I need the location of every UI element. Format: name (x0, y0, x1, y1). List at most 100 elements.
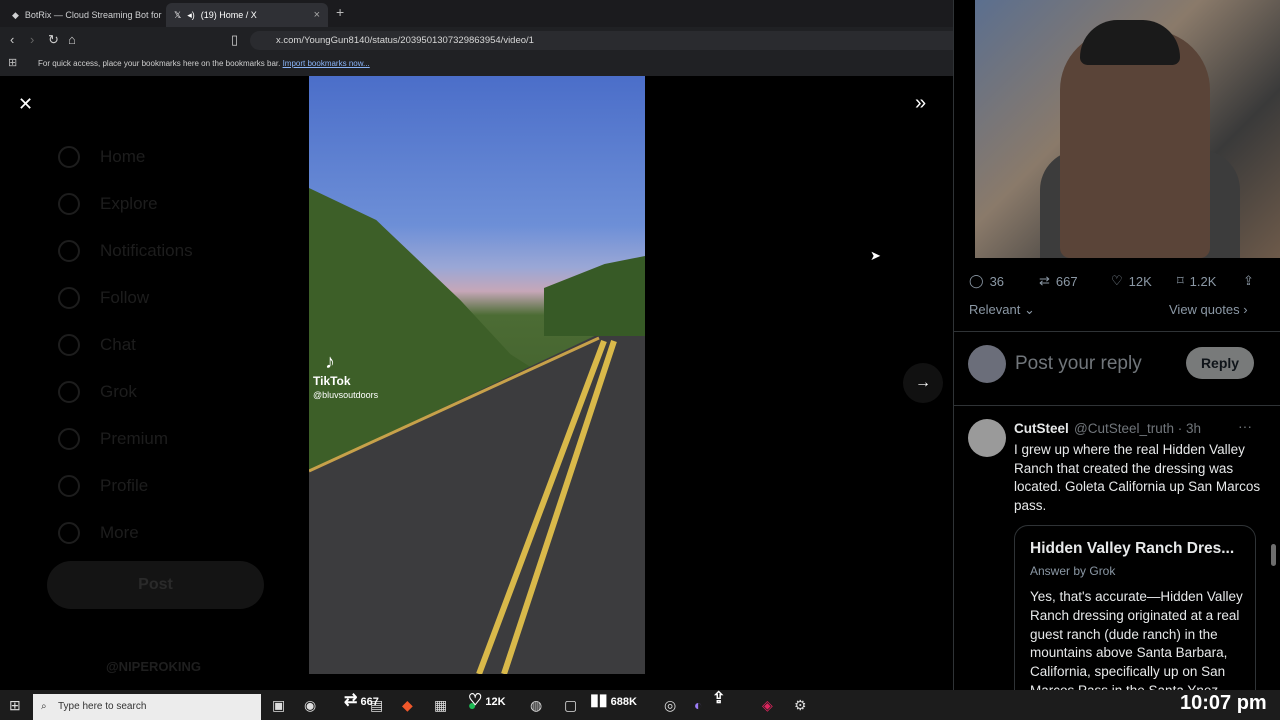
reload-icon[interactable]: ↻ (48, 32, 59, 48)
settings-icon[interactable]: ⚙ (794, 697, 807, 714)
next-arrow-icon[interactable]: → (903, 363, 943, 403)
reply-icon: ◯ (969, 273, 984, 288)
view-quotes-link[interactable]: View quotes › (1169, 302, 1248, 317)
sidebar-item-notifications[interactable]: Notifications (58, 240, 193, 262)
more-icon[interactable]: ··· (1238, 418, 1252, 434)
brave-icon[interactable]: ◆ (402, 697, 413, 714)
taskbar-search[interactable]: ⌕ Type here to search (33, 694, 261, 720)
far-hill (544, 256, 645, 336)
search-icon (58, 193, 80, 215)
views-icon: ▮▮ (590, 692, 608, 709)
bookmarks-bar: For quick access, place your bookmarks h… (0, 56, 975, 74)
close-icon[interactable]: ✕ (18, 94, 33, 115)
sidebar-item-explore[interactable]: Explore (58, 193, 158, 215)
sidebar-item-label: Premium (100, 429, 169, 448)
pin-icon[interactable]: ◈ (762, 697, 773, 714)
new-tab-button[interactable]: + (336, 4, 344, 20)
more-icon (58, 522, 80, 544)
webcam-headphones (1080, 20, 1180, 65)
sidebar-item-profile[interactable]: Profile (58, 475, 148, 497)
reply-button[interactable]: Reply (1186, 347, 1254, 379)
sidebar-item-home[interactable]: Home (58, 146, 145, 168)
botrix-icon: ◆ (12, 9, 19, 20)
speaker-icon: ◂) (187, 9, 195, 20)
share-icon: ⇪ (712, 690, 726, 707)
repost-icon: ⇄ (1039, 273, 1050, 288)
x-media-viewer: Home Explore Notifications Follow Chat G… (0, 76, 953, 690)
edge-icon[interactable]: ◉ (304, 697, 316, 714)
sort-label: Relevant (969, 302, 1021, 317)
like-action[interactable]: ♡ 12K (1111, 273, 1177, 289)
close-tab-icon[interactable]: × (314, 9, 320, 21)
sidebar-item-label: More (100, 523, 139, 542)
tiktok-logo: ♪ TikTok (313, 351, 351, 388)
forward-icon[interactable]: › (30, 32, 34, 47)
expand-icon[interactable]: » (915, 92, 926, 115)
url-text: x.com/YoungGun8140/status/20395013073298… (276, 35, 534, 46)
repost-count: 667 (1055, 273, 1078, 289)
likes-overlay: ♡ 12K (468, 690, 506, 710)
back-icon[interactable]: ‹ (10, 32, 14, 47)
tweet-actions: ◯ 36 ⇄ 667 ♡ 12K ⌑ 1.2K ⇪ (969, 271, 1259, 291)
address-bar[interactable]: x.com/YoungGun8140/status/20395013073298… (250, 31, 972, 50)
sidebar-item-label: Chat (100, 335, 136, 354)
search-placeholder: Type here to search (58, 701, 147, 712)
repost-action[interactable]: ⇄ 667 (1039, 273, 1111, 289)
grok-title: Hidden Valley Ranch Dres... (1030, 540, 1235, 557)
sidebar-item-more[interactable]: More (58, 522, 139, 544)
repost-overlay: ⇄ 667 (344, 690, 379, 710)
commenter-name[interactable]: CutSteel (1014, 421, 1069, 436)
chevron-down-icon: ⌄ (1023, 302, 1035, 317)
tiktok-watermark: TikTok (313, 374, 351, 388)
commenter-handle[interactable]: @CutSteel_truth · 3h (1074, 421, 1201, 436)
scrollbar-thumb[interactable] (1271, 544, 1276, 566)
sidebar-item-chat[interactable]: Chat (58, 334, 136, 356)
chat-icon (58, 334, 80, 356)
discord-icon[interactable]: ◐ (694, 697, 702, 713)
store-icon[interactable]: ▦ (434, 697, 447, 714)
sort-dropdown[interactable]: Relevant ⌄ (969, 302, 1035, 318)
share-icon: ⇪ (1243, 273, 1254, 288)
video-player[interactable]: ♪ TikTok @bluvsoutdoors (309, 76, 645, 674)
heart-icon: ♡ (1111, 273, 1123, 288)
windows-start-icon[interactable]: ⊞ (9, 697, 21, 714)
import-bookmarks-link[interactable]: Import bookmarks now... (283, 59, 370, 68)
share-overlay: ⇪ (712, 688, 725, 708)
task-view-icon[interactable]: ▣ (272, 697, 285, 714)
views-overlay: ▮▮ 688K (590, 690, 637, 710)
tab-title: (19) Home / X (200, 10, 257, 20)
comment-text: I grew up where the real Hidden Valley R… (1014, 442, 1261, 513)
bookmarks-hint: For quick access, place your bookmarks h… (38, 59, 281, 68)
tab-strip: ◆ BotRix — Cloud Streaming Bot for Tw 𝕏 … (0, 0, 975, 27)
obs-icon[interactable]: ◎ (664, 697, 676, 714)
heart-icon: ♡ (468, 692, 483, 709)
account-handle[interactable]: @NIPEROKING (106, 659, 201, 674)
sidebar-item-label: Profile (100, 476, 149, 495)
camera-icon[interactable]: ▢ (564, 697, 577, 714)
sidebar-item-label: Follow (100, 288, 150, 307)
reply-input[interactable]: Post your reply (1015, 353, 1142, 375)
views-overlay-count: 688K (610, 696, 637, 708)
bookmark-action[interactable]: ⌑ 1.2K (1177, 273, 1243, 289)
steam-icon[interactable]: ◍ (530, 697, 542, 714)
share-action[interactable]: ⇪ (1243, 273, 1254, 289)
sidebar-item-follow[interactable]: Follow (58, 287, 149, 309)
bookmark-icon[interactable]: ▯ (231, 32, 238, 48)
reply-action[interactable]: ◯ 36 (969, 273, 1039, 289)
post-button[interactable]: Post (47, 561, 264, 609)
tab-botrix[interactable]: ◆ BotRix — Cloud Streaming Bot for Tw (4, 3, 164, 27)
sidebar-item-label: Grok (100, 382, 137, 401)
home-icon[interactable]: ⌂ (68, 32, 76, 47)
grok-answer-card[interactable]: Hidden Valley Ranch Dres... Answer by Gr… (1014, 525, 1256, 715)
sidebar-item-label: Home (100, 147, 146, 166)
bell-icon (58, 240, 80, 262)
repost-overlay-count: 667 (360, 696, 379, 708)
tab-x-home[interactable]: 𝕏 ◂) (19) Home / X × (166, 3, 328, 27)
commenter-avatar[interactable] (968, 419, 1006, 457)
premium-icon (58, 428, 80, 450)
search-icon: ⌕ (41, 701, 47, 712)
sidebar-item-premium[interactable]: Premium (58, 428, 168, 450)
avatar[interactable] (968, 345, 1006, 383)
bookmark-count: 1.2K (1189, 273, 1217, 289)
sidebar-item-grok[interactable]: Grok (58, 381, 137, 403)
